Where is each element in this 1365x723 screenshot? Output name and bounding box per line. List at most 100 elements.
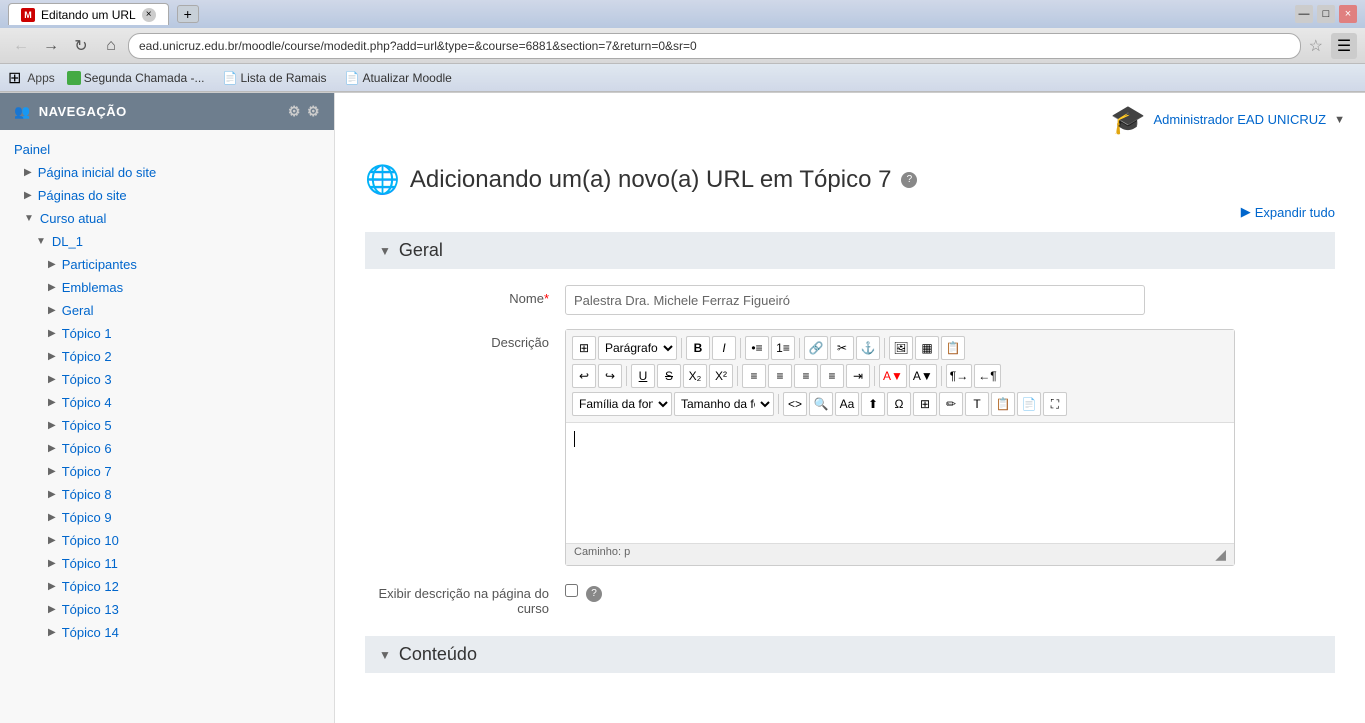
geral-link[interactable]: Geral (62, 303, 94, 318)
topico12-link[interactable]: Tópico 12 (62, 579, 119, 594)
sidebar-item-topico9[interactable]: ▶Tópico 9 (0, 506, 334, 529)
curso-atual-link[interactable]: Curso atual (40, 211, 106, 226)
rte-align-right-btn[interactable]: ≡ (794, 364, 818, 388)
rte-superscript-btn[interactable]: X² (709, 364, 733, 388)
rte-align-justify-btn[interactable]: ≡ (820, 364, 844, 388)
sidebar-item-topico10[interactable]: ▶Tópico 10 (0, 529, 334, 552)
rte-fullscreen-btn[interactable]: ⛶ (1043, 392, 1067, 416)
exibir-help-icon[interactable]: ? (586, 586, 602, 602)
rte-media-btn[interactable]: ▦ (915, 336, 939, 360)
user-name-link[interactable]: Administrador EAD UNICRUZ (1153, 112, 1326, 127)
page-help-icon[interactable]: ? (901, 172, 917, 188)
sidebar-item-topico8[interactable]: ▶Tópico 8 (0, 483, 334, 506)
sidebar-item-paginas-site[interactable]: ▶ Páginas do site (0, 184, 334, 207)
topico3-link[interactable]: Tópico 3 (62, 372, 112, 387)
rte-spellcheck-btn[interactable]: Aa (835, 392, 859, 416)
sidebar-item-topico3[interactable]: ▶Tópico 3 (0, 368, 334, 391)
tab-close-btn[interactable]: × (142, 8, 156, 22)
topico13-link[interactable]: Tópico 13 (62, 602, 119, 617)
rte-paragraph-select[interactable]: Parágrafo (598, 336, 677, 360)
home-button[interactable]: ⌂ (98, 33, 124, 59)
rte-special-char-btn[interactable]: Ω (887, 392, 911, 416)
apps-label[interactable]: Apps (27, 71, 54, 85)
sidebar-item-topico5[interactable]: ▶Tópico 5 (0, 414, 334, 437)
rte-subscript-btn[interactable]: X₂ (683, 364, 707, 388)
back-button[interactable]: ← (8, 33, 34, 59)
sidebar-config-icon[interactable]: ⚙ (288, 103, 301, 120)
rte-body[interactable] (566, 423, 1234, 543)
rte-ordered-list-btn[interactable]: 1≡ (771, 336, 795, 360)
bookmark-star[interactable]: ☆ (1305, 36, 1327, 56)
bookmark-atualizar-moodle[interactable]: 📄 Atualizar Moodle (339, 69, 458, 87)
address-bar[interactable] (128, 33, 1301, 59)
rte-paste-word-btn[interactable]: 📄 (1017, 392, 1041, 416)
maximize-button[interactable]: □ (1317, 5, 1335, 23)
sidebar-item-topico13[interactable]: ▶Tópico 13 (0, 598, 334, 621)
rte-redo-btn[interactable]: ↪ (598, 364, 622, 388)
rte-font-family-select[interactable]: Família da fon▼ (572, 392, 672, 416)
sidebar-item-topico4[interactable]: ▶Tópico 4 (0, 391, 334, 414)
sidebar-item-topico1[interactable]: ▶Tópico 1 (0, 322, 334, 345)
rte-font-size-select[interactable]: Tamanho da fc▼ (674, 392, 774, 416)
rte-rtl-btn[interactable]: ←¶ (974, 364, 1000, 388)
topico14-link[interactable]: Tópico 14 (62, 625, 119, 640)
extension-button[interactable]: ☰ (1331, 33, 1357, 59)
sidebar-item-emblemas[interactable]: ▶ Emblemas (0, 276, 334, 299)
rte-paste-text-btn[interactable]: 📋 (991, 392, 1015, 416)
rte-unordered-list-btn[interactable]: •≡ (745, 336, 769, 360)
sidebar-item-topico12[interactable]: ▶Tópico 12 (0, 575, 334, 598)
new-tab-button[interactable]: + (177, 5, 199, 23)
rte-template-btn[interactable]: 📋 (941, 336, 965, 360)
rte-align-center-btn[interactable]: ≡ (768, 364, 792, 388)
topico11-link[interactable]: Tópico 11 (62, 556, 118, 571)
forward-button[interactable]: → (38, 33, 64, 59)
rte-table-btn[interactable]: ⊞ (913, 392, 937, 416)
user-dropdown-arrow[interactable]: ▼ (1334, 114, 1345, 126)
browser-tab[interactable]: M Editando um URL × (8, 3, 169, 25)
emblemas-link[interactable]: Emblemas (62, 280, 123, 295)
rte-font-color-btn[interactable]: A▼ (879, 364, 907, 388)
minimize-button[interactable]: — (1295, 5, 1313, 23)
reload-button[interactable]: ↻ (68, 33, 94, 59)
rte-underline-btn[interactable]: U (631, 364, 655, 388)
section-geral-header[interactable]: ▼ Geral (365, 232, 1335, 269)
bookmark-segunda-chamada[interactable]: Segunda Chamada -... (61, 69, 211, 87)
dl1-link[interactable]: DL_1 (52, 234, 83, 249)
rte-upload-btn[interactable]: ⬆ (861, 392, 885, 416)
topico4-link[interactable]: Tópico 4 (62, 395, 112, 410)
rte-undo-btn[interactable]: ↩ (572, 364, 596, 388)
sidebar-item-topico2[interactable]: ▶Tópico 2 (0, 345, 334, 368)
rte-resize-handle[interactable]: ◢ (1215, 546, 1226, 563)
rte-strikethrough-btn[interactable]: S (657, 364, 681, 388)
rte-remove-format-btn[interactable]: T (965, 392, 989, 416)
close-window-button[interactable]: × (1339, 5, 1357, 23)
rte-align-left-btn[interactable]: ≡ (742, 364, 766, 388)
rte-italic-btn[interactable]: I (712, 336, 736, 360)
rte-ltr-btn[interactable]: ¶→ (946, 364, 972, 388)
expand-all-link[interactable]: ▶ Expandir tudo (365, 204, 1335, 220)
sidebar-item-participantes[interactable]: ▶ Participantes (0, 253, 334, 276)
sidebar-item-geral[interactable]: ▶ Geral (0, 299, 334, 322)
topico1-link[interactable]: Tópico 1 (62, 326, 112, 341)
topico8-link[interactable]: Tópico 8 (62, 487, 112, 502)
section-conteudo-header[interactable]: ▼ Conteúdo (365, 636, 1335, 673)
participantes-link[interactable]: Participantes (62, 257, 137, 272)
rte-image-btn[interactable]: 🖼 (889, 336, 913, 360)
sidebar-item-topico7[interactable]: ▶Tópico 7 (0, 460, 334, 483)
pagina-inicial-link[interactable]: Página inicial do site (38, 165, 157, 180)
bookmark-lista-ramais[interactable]: 📄 Lista de Ramais (217, 69, 333, 87)
sidebar-item-curso-atual[interactable]: ▼ Curso atual (0, 207, 334, 230)
topico6-link[interactable]: Tópico 6 (62, 441, 112, 456)
paginas-site-link[interactable]: Páginas do site (38, 188, 127, 203)
nome-input[interactable] (565, 285, 1145, 315)
sidebar-item-topico6[interactable]: ▶Tópico 6 (0, 437, 334, 460)
rte-highlight-btn[interactable]: A▼ (909, 364, 937, 388)
painel-link[interactable]: Painel (14, 142, 50, 157)
topico7-link[interactable]: Tópico 7 (62, 464, 112, 479)
sidebar-item-pagina-inicial[interactable]: ▶ Página inicial do site (0, 161, 334, 184)
topico10-link[interactable]: Tópico 10 (62, 533, 119, 548)
rte-unlink-btn[interactable]: ✂ (830, 336, 854, 360)
topico9-link[interactable]: Tópico 9 (62, 510, 112, 525)
topico5-link[interactable]: Tópico 5 (62, 418, 112, 433)
exibir-checkbox[interactable] (565, 584, 578, 597)
